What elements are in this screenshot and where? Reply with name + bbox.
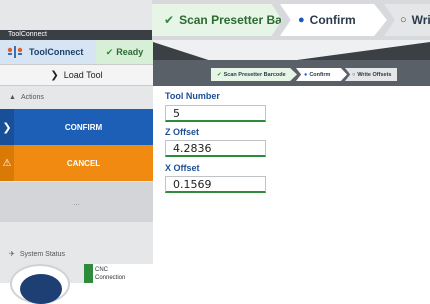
x-offset-field[interactable]: 0.1569 — [165, 176, 266, 193]
step-scan-presetter-barcode[interactable]: ✔ Scan Presetter Barcode — [152, 4, 282, 36]
step-write-offsets[interactable]: ○ Write Offsets — [384, 4, 430, 36]
brand-name: ToolConnect — [29, 47, 84, 57]
toolconnect-logo-icon — [7, 46, 23, 58]
cnc-status-indicator — [84, 264, 93, 283]
cancel-label: CANCEL — [66, 158, 101, 168]
load-tool-button[interactable]: ❯ Load Tool — [0, 64, 153, 86]
step-confirm[interactable]: ● Confirm — [280, 4, 387, 36]
checkmark-icon: ✔ — [164, 13, 175, 27]
cancel-button[interactable]: ⚠ CANCEL — [0, 145, 153, 181]
cnc-status-text: CNC Connection — [95, 266, 125, 282]
mini-step-confirm[interactable]: ● Confirm — [296, 68, 347, 81]
cnc-line2: Connection — [95, 275, 126, 281]
system-status-heading: ✈ System Status — [9, 250, 66, 259]
empty-action-slot: ... — [0, 182, 153, 222]
hollow-circle-icon: ○ — [352, 71, 356, 78]
z-offset-label: Z Offset — [165, 127, 200, 137]
checkmark-icon: ✔ — [105, 46, 114, 57]
status-badge: ✔ Ready — [96, 40, 153, 64]
sidebar-header: ToolConnect ✔ Ready — [0, 40, 153, 64]
filled-circle-icon: ● — [298, 14, 305, 26]
step-label: Write Offsets — [411, 13, 430, 27]
filled-circle-icon: ● — [304, 71, 308, 78]
actions-heading-text: Actions — [20, 94, 44, 101]
actions-heading: ▲ Actions — [9, 94, 44, 101]
brand[interactable]: ToolConnect — [0, 40, 96, 64]
x-offset-label: X Offset — [165, 163, 200, 173]
step-label: Confirm — [309, 13, 356, 27]
tool-number-field[interactable]: 5 — [165, 105, 266, 122]
tool-number-label: Tool Number — [165, 91, 220, 101]
load-tool-label: Load Tool — [63, 70, 103, 80]
mini-step-label: Scan Presetter Barcode — [223, 71, 286, 78]
mini-step-label: Write Offsets — [357, 71, 392, 78]
warning-icon: ⚠ — [0, 145, 14, 181]
checkmark-icon: ✔ — [217, 71, 222, 78]
cursor-icon: ▲ — [9, 94, 16, 101]
wizard-breadcrumb: ✔ Scan Presetter Barcode ● Confirm ○ Wri… — [152, 0, 430, 40]
satellite-icon: ✈ — [9, 251, 15, 258]
confirm-button[interactable]: ❯ CONFIRM — [0, 109, 153, 145]
confirm-label: CONFIRM — [64, 122, 103, 132]
mini-step-label: Confirm — [309, 71, 331, 78]
status-text: Ready — [116, 47, 144, 57]
avatar-image — [20, 274, 62, 304]
z-offset-field[interactable]: 4.2836 — [165, 140, 266, 157]
system-status-text: System Status — [19, 250, 66, 258]
mini-step-write[interactable]: ○ Write Offsets — [345, 68, 397, 81]
hollow-circle-icon: ○ — [400, 14, 407, 26]
mini-step-scan[interactable]: ✔ Scan Presetter Barcode — [211, 68, 297, 81]
window-title: ToolConnect — [0, 30, 153, 40]
cnc-line1: CNC — [95, 267, 108, 273]
chevron-right-icon: ❯ — [0, 109, 14, 145]
mini-breadcrumb: ✔ Scan Presetter Barcode ● Confirm ○ Wri… — [153, 60, 430, 86]
chevron-right-icon: ❯ — [50, 69, 59, 81]
